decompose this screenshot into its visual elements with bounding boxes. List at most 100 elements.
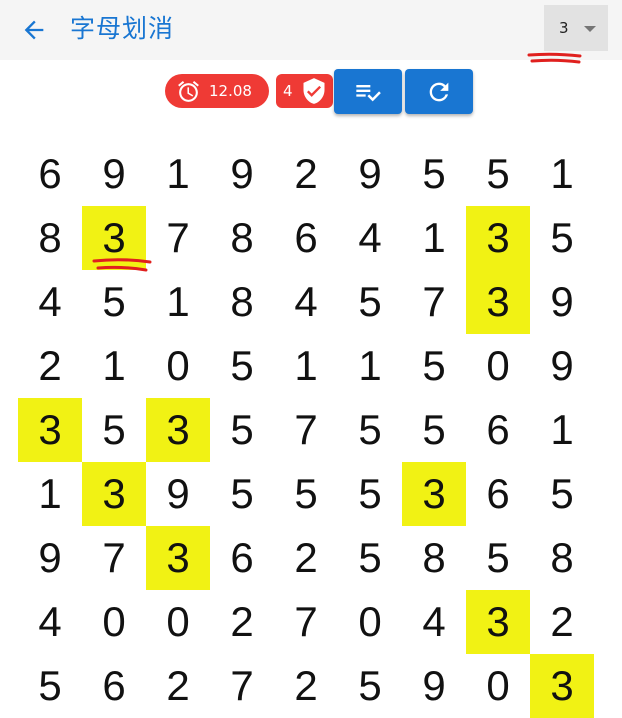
grid-cell[interactable]: 5	[530, 462, 594, 526]
grid-cell[interactable]: 5	[210, 462, 274, 526]
grid-row: 837864135	[18, 206, 594, 270]
caret-down-icon	[584, 26, 596, 32]
grid-cell[interactable]: 8	[530, 526, 594, 590]
grid-cell[interactable]: 2	[210, 590, 274, 654]
grid-cell-marked[interactable]: 3	[146, 526, 210, 590]
grid-cell[interactable]: 8	[18, 206, 82, 270]
grid-cell[interactable]: 0	[338, 590, 402, 654]
playlist-check-icon	[356, 85, 381, 102]
grid-cell[interactable]: 5	[274, 462, 338, 526]
grid-cell-marked[interactable]: 3	[82, 206, 146, 270]
grid-cell[interactable]: 8	[402, 526, 466, 590]
grid-cell[interactable]: 1	[530, 398, 594, 462]
grid-cell-marked[interactable]: 3	[18, 398, 82, 462]
grid-cell[interactable]: 0	[82, 590, 146, 654]
refresh-button[interactable]	[405, 69, 473, 114]
grid-row: 139555365	[18, 462, 594, 526]
grid-cell[interactable]: 2	[146, 654, 210, 718]
grid-cell[interactable]: 1	[530, 142, 594, 206]
grid-cell[interactable]: 1	[82, 334, 146, 398]
grid-cell[interactable]: 5	[18, 654, 82, 718]
grid-cell[interactable]: 4	[402, 590, 466, 654]
grid-cell[interactable]: 9	[338, 142, 402, 206]
grid-cell[interactable]: 6	[210, 526, 274, 590]
shield-check-icon	[303, 78, 325, 104]
grid-cell-marked[interactable]: 3	[466, 206, 530, 270]
grid-cell[interactable]: 6	[274, 206, 338, 270]
grid-cell[interactable]: 7	[82, 526, 146, 590]
grid-cell[interactable]: 2	[18, 334, 82, 398]
grid-cell-marked[interactable]: 3	[530, 654, 594, 718]
grid-cell[interactable]: 9	[146, 462, 210, 526]
grid-cell[interactable]: 6	[82, 654, 146, 718]
grid-cell[interactable]: 9	[530, 334, 594, 398]
grid-cell[interactable]: 9	[82, 142, 146, 206]
grid-cell-marked[interactable]: 3	[82, 462, 146, 526]
grid-cell[interactable]: 5	[338, 398, 402, 462]
grid-cell[interactable]: 7	[402, 270, 466, 334]
grid-cell[interactable]: 1	[146, 270, 210, 334]
grid-cell[interactable]: 5	[82, 270, 146, 334]
grid-cell[interactable]: 0	[466, 654, 530, 718]
grid-cell[interactable]: 7	[210, 654, 274, 718]
grid-cell[interactable]: 9	[402, 654, 466, 718]
grid-cell[interactable]: 2	[274, 526, 338, 590]
grid-cell[interactable]: 6	[466, 462, 530, 526]
grid-cell[interactable]: 4	[18, 590, 82, 654]
grid-row: 353575561	[18, 398, 594, 462]
grid-cell[interactable]: 0	[466, 334, 530, 398]
grid-cell[interactable]: 1	[146, 142, 210, 206]
alarm-clock-icon	[178, 80, 199, 102]
found-count: 4	[283, 82, 293, 100]
grid-cell[interactable]: 5	[466, 526, 530, 590]
grid-cell[interactable]: 5	[402, 334, 466, 398]
grid-row: 973625858	[18, 526, 594, 590]
grid-cell[interactable]: 4	[338, 206, 402, 270]
grid-cell-marked[interactable]: 3	[466, 590, 530, 654]
grid-cell[interactable]: 1	[338, 334, 402, 398]
grid-cell[interactable]: 7	[274, 590, 338, 654]
grid-cell[interactable]: 1	[402, 206, 466, 270]
grid-cell[interactable]: 9	[18, 526, 82, 590]
check-list-button[interactable]	[334, 69, 402, 114]
grid-cell[interactable]: 8	[210, 270, 274, 334]
grid-cell[interactable]: 5	[338, 462, 402, 526]
grid-row: 562725903	[18, 654, 594, 718]
grid-cell[interactable]: 5	[466, 142, 530, 206]
digit-grid: 6919295518378641354518457392105115093535…	[18, 142, 594, 718]
grid-cell[interactable]: 4	[18, 270, 82, 334]
grid-cell[interactable]: 0	[146, 334, 210, 398]
grid-cell[interactable]: 7	[274, 398, 338, 462]
grid-cell[interactable]: 5	[82, 398, 146, 462]
grid-cell[interactable]: 5	[210, 398, 274, 462]
grid-cell[interactable]: 5	[338, 270, 402, 334]
grid-cell[interactable]: 8	[210, 206, 274, 270]
grid-cell-marked[interactable]: 3	[146, 398, 210, 462]
target-digit-dropdown[interactable]: 3	[544, 5, 608, 51]
grid-cell[interactable]: 5	[530, 206, 594, 270]
grid-cell[interactable]: 0	[146, 590, 210, 654]
grid-row: 400270432	[18, 590, 594, 654]
grid-cell-marked[interactable]: 3	[402, 462, 466, 526]
grid-cell[interactable]: 9	[530, 270, 594, 334]
grid-cell[interactable]: 1	[274, 334, 338, 398]
grid-cell[interactable]: 2	[530, 590, 594, 654]
grid-cell-marked[interactable]: 3	[466, 270, 530, 334]
grid-cell[interactable]: 5	[402, 142, 466, 206]
grid-cell[interactable]: 9	[210, 142, 274, 206]
grid-cell[interactable]: 2	[274, 142, 338, 206]
grid-cell[interactable]: 4	[274, 270, 338, 334]
grid-cell[interactable]: 5	[338, 526, 402, 590]
grid-cell[interactable]: 2	[274, 654, 338, 718]
grid-row: 451845739	[18, 270, 594, 334]
grid-cell[interactable]: 5	[338, 654, 402, 718]
arrow-left-icon[interactable]	[20, 16, 48, 44]
page-title: 字母划消	[70, 14, 175, 43]
grid-cell[interactable]: 6	[466, 398, 530, 462]
dropdown-value: 3	[559, 19, 569, 37]
grid-cell[interactable]: 7	[146, 206, 210, 270]
grid-cell[interactable]: 1	[18, 462, 82, 526]
grid-cell[interactable]: 5	[210, 334, 274, 398]
grid-cell[interactable]: 6	[18, 142, 82, 206]
grid-cell[interactable]: 5	[402, 398, 466, 462]
